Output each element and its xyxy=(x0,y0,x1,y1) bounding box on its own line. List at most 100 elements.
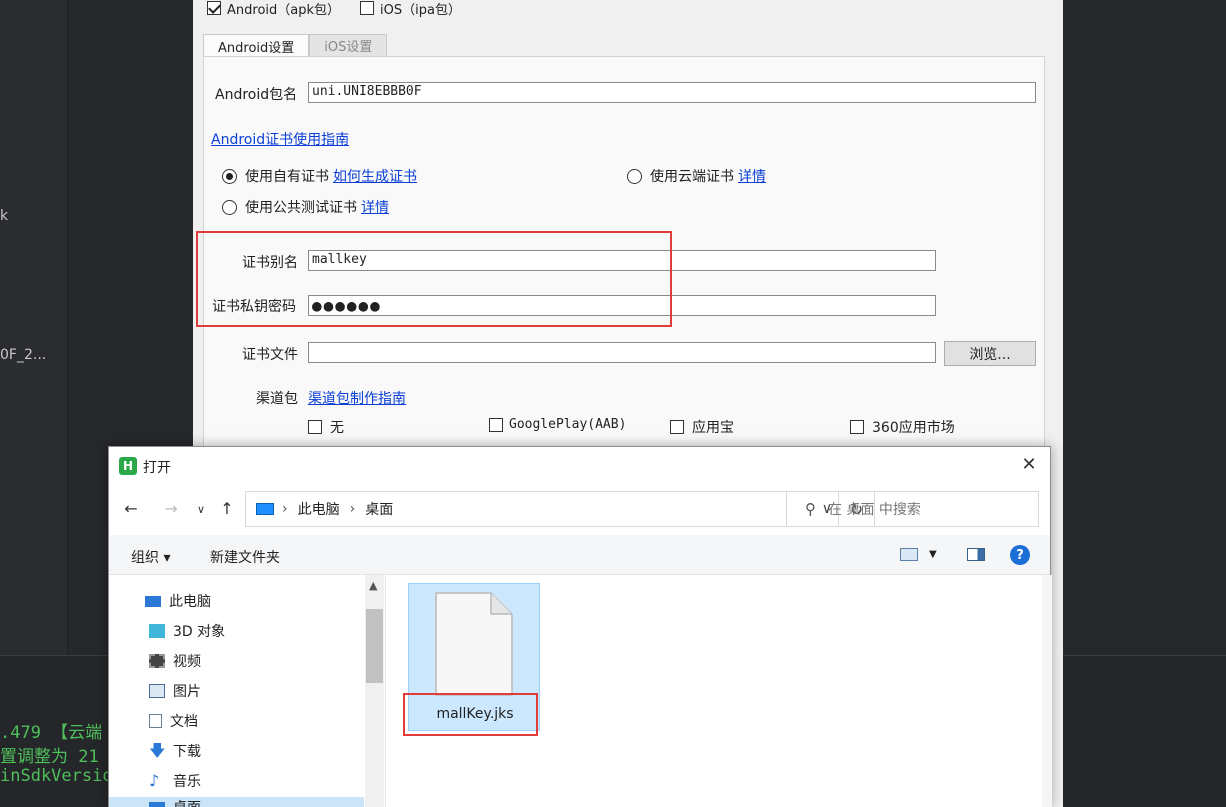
file-list-area: mallKey.jks xyxy=(385,575,1052,807)
recent-locations-chevron-icon[interactable]: ∨ xyxy=(191,503,211,516)
cert-alias-label: 证书别名 xyxy=(242,255,298,271)
channel-googleplay-label: GooglePlay(AAB) xyxy=(509,417,627,432)
public-cert-details-link[interactable]: 详情 xyxy=(361,197,389,217)
scrollbar-thumb[interactable] xyxy=(366,609,383,683)
channel-360-label: 360应用市场 xyxy=(872,420,955,436)
tree-item-pictures[interactable]: 图片 xyxy=(149,681,201,701)
channel-none-checkbox[interactable] xyxy=(308,420,322,434)
computer-icon xyxy=(145,595,161,607)
document-icon xyxy=(149,714,162,728)
console-line: .479 【云端 xyxy=(0,723,103,743)
ios-checkbox[interactable] xyxy=(360,1,375,15)
channel-yingyongbao-label: 应用宝 xyxy=(692,420,734,436)
channel-yingyongbao-option[interactable]: 应用宝 xyxy=(670,417,734,437)
file-icon xyxy=(435,592,513,696)
public-cert-option[interactable]: 使用公共测试证书 详情 xyxy=(222,197,389,217)
breadcrumb-desktop[interactable]: 桌面 xyxy=(365,499,393,519)
tree-item-documents[interactable]: 文档 xyxy=(149,711,198,731)
organize-menu-button[interactable]: 组织 ▾ xyxy=(131,547,170,567)
public-cert-label: 使用公共测试证书 xyxy=(245,200,357,216)
tree-item-label: 图片 xyxy=(173,684,201,700)
chevron-right-icon[interactable]: › xyxy=(350,501,356,517)
tree-item-label: 视频 xyxy=(173,654,201,670)
own-cert-option[interactable]: 使用自有证书 如何生成证书 xyxy=(222,166,417,186)
tree-item-music[interactable]: ♪ 音乐 xyxy=(149,771,201,791)
channel-yingyongbao-checkbox[interactable] xyxy=(670,420,684,434)
download-icon: 🡇 xyxy=(149,741,166,760)
scroll-up-icon[interactable]: ▲ xyxy=(369,579,377,592)
cloud-cert-radio[interactable] xyxy=(627,168,642,184)
dialog-toolbar: 组织 ▾ 新建文件夹 ▼ ? xyxy=(109,535,1050,575)
cert-guide-link[interactable]: Android证书使用指南 xyxy=(211,129,349,149)
package-name-input[interactable]: uni.UNI8EBBB0F xyxy=(308,82,1036,103)
forward-arrow-icon[interactable]: → xyxy=(161,499,181,518)
view-options-icon[interactable] xyxy=(900,548,918,561)
channel-360-option[interactable]: 360应用市场 xyxy=(850,417,955,437)
own-cert-radio[interactable] xyxy=(222,168,237,184)
cert-password-input[interactable]: ●●●●●● xyxy=(308,295,936,316)
chevron-right-icon[interactable]: › xyxy=(282,501,288,517)
tree-item-this-pc[interactable]: 此电脑 xyxy=(145,591,211,611)
channel-none-option[interactable]: 无 xyxy=(308,417,344,437)
channel-360-checkbox[interactable] xyxy=(850,420,864,434)
search-placeholder: 在 桌面 中搜索 xyxy=(828,502,921,518)
tree-item-label: 音乐 xyxy=(173,774,201,790)
breadcrumb-this-pc[interactable]: 此电脑 xyxy=(298,499,340,519)
music-icon: ♪ xyxy=(149,771,160,790)
file-item[interactable]: mallKey.jks xyxy=(408,583,540,731)
dialog-titlebar: H 打开 ✕ xyxy=(109,447,1050,485)
channel-googleplay-checkbox[interactable] xyxy=(489,417,503,432)
search-icon: ⚲ xyxy=(805,500,816,518)
channel-googleplay-option[interactable]: GooglePlay(AAB) xyxy=(489,417,626,432)
computer-icon xyxy=(256,503,274,515)
browse-button[interactable]: 浏览... xyxy=(944,341,1036,366)
tree-item-label: 此电脑 xyxy=(169,594,211,610)
tab-android-settings[interactable]: Android设置 xyxy=(203,34,310,57)
channel-label: 渠道包 xyxy=(256,391,298,407)
dialog-title: 打开 xyxy=(143,460,171,476)
android-checkbox[interactable] xyxy=(207,1,221,15)
tree-item-3d-objects[interactable]: 3D 对象 xyxy=(149,621,225,641)
hbuilder-logo-icon: H xyxy=(119,457,137,475)
search-box[interactable]: ⚲ 在 桌面 中搜索 xyxy=(786,491,1039,527)
tree-item-downloads[interactable]: 🡇 下载 xyxy=(149,741,201,761)
cert-alias-input[interactable]: mallkey xyxy=(308,250,936,271)
back-arrow-icon[interactable]: ← xyxy=(121,499,141,518)
tree-scrollbar[interactable]: ▲ xyxy=(365,575,384,807)
tree-item-label: 文档 xyxy=(170,714,198,730)
public-cert-radio[interactable] xyxy=(222,199,237,215)
channel-none-label: 无 xyxy=(330,420,344,436)
preview-pane-icon[interactable] xyxy=(967,548,985,561)
address-bar[interactable]: › 此电脑 › 桌面 ∨ ↻ xyxy=(245,491,875,527)
up-arrow-icon[interactable]: ↑ xyxy=(217,499,237,518)
settings-tabs: Android设置 iOS设置 xyxy=(203,34,388,57)
channel-guide-link[interactable]: 渠道包制作指南 xyxy=(308,388,406,408)
cloud-cert-details-link[interactable]: 详情 xyxy=(738,166,766,186)
view-dropdown-icon[interactable]: ▼ xyxy=(929,549,937,560)
cert-file-label: 证书文件 xyxy=(242,347,298,363)
tree-item-label: 下载 xyxy=(173,744,201,760)
new-folder-button[interactable]: 新建文件夹 xyxy=(210,547,280,567)
console-line: inSdkVersio xyxy=(0,766,113,786)
how-to-generate-cert-link[interactable]: 如何生成证书 xyxy=(333,166,417,186)
help-icon[interactable]: ? xyxy=(1010,545,1030,565)
ios-checkbox-label: iOS（ipa包） xyxy=(380,2,461,18)
cloud-cert-option[interactable]: 使用云端证书 详情 xyxy=(627,166,766,186)
3d-objects-icon xyxy=(149,624,165,638)
desktop-icon xyxy=(149,801,165,807)
file-area-scrollbar[interactable] xyxy=(1042,575,1052,807)
navigation-tree: 此电脑 3D 对象 视频 图片 文档 🡇 下载 ♪ 音乐 桌面 xyxy=(109,575,385,807)
cert-password-label: 证书私钥密码 xyxy=(212,299,296,315)
close-icon[interactable]: ✕ xyxy=(1020,456,1038,474)
sidebar-fragment: 0F_2... xyxy=(0,347,47,363)
file-open-dialog: H 打开 ✕ ← → ∨ ↑ › 此电脑 › 桌面 ∨ ↻ ⚲ 在 桌面 中搜索… xyxy=(108,446,1052,807)
tab-ios-settings[interactable]: iOS设置 xyxy=(309,34,388,56)
navigation-bar: ← → ∨ ↑ › 此电脑 › 桌面 ∨ ↻ ⚲ 在 桌面 中搜索 xyxy=(109,489,1050,529)
sidebar-fragment: k xyxy=(0,208,9,224)
tree-item-videos[interactable]: 视频 xyxy=(149,651,201,671)
tree-item-desktop[interactable]: 桌面 xyxy=(109,797,364,807)
tree-item-label: 桌面 xyxy=(173,797,201,807)
console-line: 置调整为 21 xyxy=(0,747,99,767)
cert-file-input[interactable] xyxy=(308,342,936,363)
editor-sidebar: k 0F_2... xyxy=(0,0,68,655)
